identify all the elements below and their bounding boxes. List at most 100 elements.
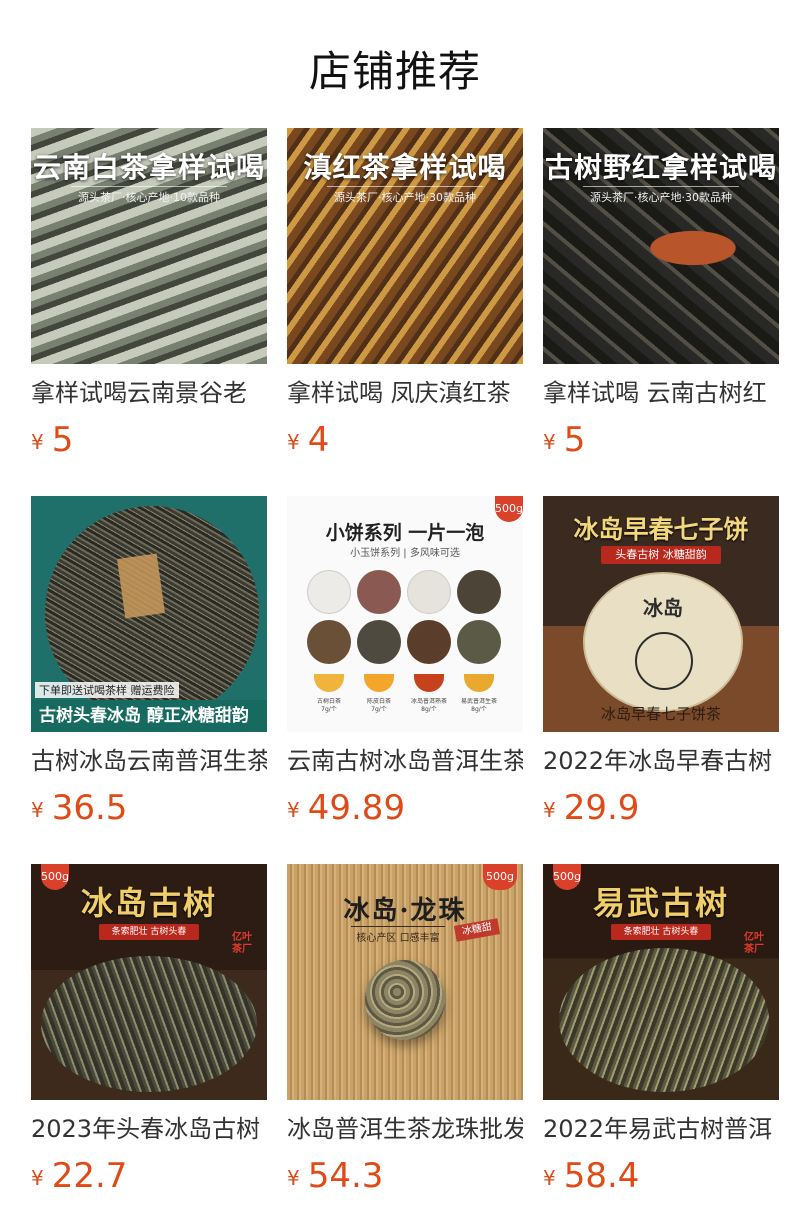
mini-cake bbox=[457, 570, 501, 614]
brand-mark: 亿叶茶厂 bbox=[232, 932, 252, 955]
tea-cake-wrapper: 冰岛 bbox=[583, 572, 743, 712]
image-banner: 古树头春冰岛 醇正冰糖甜韵 bbox=[31, 700, 267, 732]
currency-symbol: ¥ bbox=[287, 430, 300, 454]
image-subtitle: 条索肥壮 古树头春 bbox=[99, 924, 199, 940]
price-value: 58.4 bbox=[563, 1156, 640, 1196]
image-title: 古树野红拿样试喝 bbox=[544, 151, 777, 184]
product-title[interactable]: 云南古树冰岛普洱生茶 bbox=[287, 744, 523, 778]
loose-leaf-image bbox=[41, 956, 257, 1092]
image-title: 滇红茶拿样试喝 bbox=[303, 151, 507, 184]
tea-cup bbox=[314, 674, 344, 692]
product-image[interactable]: 冰岛早春七子饼 头春古树 冰糖甜韵 冰岛 冰岛早春七子饼茶 bbox=[543, 496, 779, 732]
image-title: 易武古树 bbox=[592, 884, 729, 922]
product-price: ¥49.89 bbox=[287, 788, 523, 828]
currency-symbol: ¥ bbox=[31, 798, 44, 822]
product-card[interactable]: 500g 易武古树 条索肥壮 古树头春 亿叶茶厂 2022年易武古树普洱 ¥58… bbox=[543, 864, 779, 1232]
loose-leaf-image bbox=[559, 948, 769, 1092]
cup-caption: 冰岛普洱熟茶 8g/个 bbox=[410, 698, 447, 713]
tea-cup bbox=[414, 674, 444, 692]
cup-captions: 古树白茶 7g/个 陈皮白茶 7g/个 冰岛普洱熟茶 8g/个 易武普洱生茶 8g/个 bbox=[307, 698, 503, 714]
price-value: 36.5 bbox=[51, 788, 128, 828]
cake-bottom-text: 冰岛早春七子饼茶 bbox=[600, 705, 721, 723]
product-price: ¥54.3 bbox=[287, 1156, 523, 1196]
product-price: ¥5 bbox=[31, 420, 267, 460]
product-title[interactable]: 拿样试喝云南景谷老 bbox=[31, 376, 267, 410]
product-image[interactable]: 500g 冰岛古树 条索肥壮 古树头春 亿叶茶厂 bbox=[31, 864, 267, 1100]
store-recommend-page: 店铺推荐 云南白茶拿样试喝 源头茶厂·核心产地·10款品种 拿样试喝云南景谷老 … bbox=[0, 0, 790, 1232]
price-value: 5 bbox=[51, 420, 74, 460]
tea-cup-row bbox=[307, 674, 503, 692]
dragon-ball-image bbox=[365, 960, 445, 1040]
cup-caption: 古树白茶 7g/个 bbox=[316, 698, 341, 713]
mini-cake bbox=[357, 620, 401, 664]
product-title[interactable]: 2022年易武古树普洱 bbox=[543, 1112, 779, 1146]
product-title[interactable]: 2023年头春冰岛古树 bbox=[31, 1112, 267, 1146]
image-title: 云南白茶拿样试喝 bbox=[32, 151, 265, 184]
currency-symbol: ¥ bbox=[543, 1166, 556, 1190]
image-subtitle: 源头茶厂·核心产地·30款品种 bbox=[327, 186, 483, 205]
currency-symbol: ¥ bbox=[543, 798, 556, 822]
mini-cake-grid bbox=[307, 570, 503, 664]
mini-cake bbox=[357, 570, 401, 614]
product-price: ¥29.9 bbox=[543, 788, 779, 828]
product-price: ¥22.7 bbox=[31, 1156, 267, 1196]
cake-emblem bbox=[635, 632, 693, 690]
image-title: 冰岛早春七子饼 bbox=[573, 515, 749, 544]
product-title[interactable]: 古树冰岛云南普洱生茶 bbox=[31, 744, 267, 778]
cup-caption: 陈皮白茶 7g/个 bbox=[366, 698, 391, 713]
price-value: 22.7 bbox=[51, 1156, 128, 1196]
image-subtitle: 小玉饼系列 | 多风味可选 bbox=[350, 548, 460, 559]
currency-symbol: ¥ bbox=[543, 430, 556, 454]
mini-cake bbox=[307, 570, 351, 614]
product-title[interactable]: 2022年冰岛早春古树 bbox=[543, 744, 779, 778]
mini-cake bbox=[307, 620, 351, 664]
image-subtitle: 源头茶厂·核心产地·10款品种 bbox=[71, 186, 227, 205]
price-value: 5 bbox=[563, 420, 586, 460]
product-card[interactable]: 滇红茶拿样试喝 源头茶厂·核心产地·30款品种 拿样试喝 凤庆滇红茶 ¥4 bbox=[287, 128, 523, 496]
product-card[interactable]: 500g 冰岛·龙珠 核心产区 口感丰富 冰糖甜 冰岛普洱生茶龙珠批发 ¥54.… bbox=[287, 864, 523, 1232]
currency-symbol: ¥ bbox=[31, 1166, 44, 1190]
product-title[interactable]: 拿样试喝 凤庆滇红茶 bbox=[287, 376, 523, 410]
currency-symbol: ¥ bbox=[287, 798, 300, 822]
image-subtitle: 条索肥壮 古树头春 bbox=[611, 924, 711, 940]
product-card[interactable]: 500g 小饼系列 一片一泡 小玉饼系列 | 多风味可选 古树白茶 7g/个 陈… bbox=[287, 496, 523, 864]
price-value: 54.3 bbox=[307, 1156, 384, 1196]
product-price: ¥58.4 bbox=[543, 1156, 779, 1196]
mini-cake bbox=[457, 620, 501, 664]
product-card[interactable]: 云南白茶拿样试喝 源头茶厂·核心产地·10款品种 拿样试喝云南景谷老 ¥5 bbox=[31, 128, 267, 496]
image-subtitle: 源头茶厂·核心产地·30款品种 bbox=[583, 186, 739, 205]
product-image[interactable]: 500g 易武古树 条索肥壮 古树头春 亿叶茶厂 bbox=[543, 864, 779, 1100]
product-image[interactable]: 云南白茶拿样试喝 源头茶厂·核心产地·10款品种 bbox=[31, 128, 267, 364]
product-card[interactable]: 下单即送试喝茶样 赠运费险 古树头春冰岛 醇正冰糖甜韵 古树冰岛云南普洱生茶 ¥… bbox=[31, 496, 267, 864]
image-subtitle: 头春古树 冰糖甜韵 bbox=[601, 546, 721, 564]
tea-cup bbox=[464, 674, 494, 692]
product-price: ¥5 bbox=[543, 420, 779, 460]
product-card[interactable]: 冰岛早春七子饼 头春古树 冰糖甜韵 冰岛 冰岛早春七子饼茶 2022年冰岛早春古… bbox=[543, 496, 779, 864]
brand-mark: 亿叶茶厂 bbox=[744, 932, 764, 955]
product-title[interactable]: 拿样试喝 云南古树红 bbox=[543, 376, 779, 410]
product-image[interactable]: 下单即送试喝茶样 赠运费险 古树头春冰岛 醇正冰糖甜韵 bbox=[31, 496, 267, 732]
image-title: 冰岛古树 bbox=[80, 884, 217, 922]
cup-caption: 易武普洱生茶 8g/个 bbox=[460, 698, 497, 713]
promo-note: 下单即送试喝茶样 赠运费险 bbox=[35, 682, 179, 698]
weight-tag: 500g bbox=[483, 864, 517, 890]
page-title: 店铺推荐 bbox=[308, 47, 481, 96]
price-value: 29.9 bbox=[563, 788, 640, 828]
price-value: 49.89 bbox=[307, 788, 406, 828]
product-price: ¥4 bbox=[287, 420, 523, 460]
product-card[interactable]: 500g 冰岛古树 条索肥壮 古树头春 亿叶茶厂 2023年头春冰岛古树 ¥22… bbox=[31, 864, 267, 1232]
product-grid: 云南白茶拿样试喝 源头茶厂·核心产地·10款品种 拿样试喝云南景谷老 ¥5 滇红… bbox=[31, 128, 779, 1232]
product-image[interactable]: 500g 小饼系列 一片一泡 小玉饼系列 | 多风味可选 古树白茶 7g/个 陈… bbox=[287, 496, 523, 732]
product-image[interactable]: 滇红茶拿样试喝 源头茶厂·核心产地·30款品种 bbox=[287, 128, 523, 364]
product-price: ¥36.5 bbox=[31, 788, 267, 828]
mini-cake bbox=[407, 620, 451, 664]
cake-label bbox=[117, 553, 165, 619]
product-image[interactable]: 古树野红拿样试喝 源头茶厂·核心产地·30款品种 bbox=[543, 128, 779, 364]
product-title[interactable]: 冰岛普洱生茶龙珠批发 bbox=[287, 1112, 523, 1146]
mini-cake bbox=[407, 570, 451, 614]
product-card[interactable]: 古树野红拿样试喝 源头茶厂·核心产地·30款品种 拿样试喝 云南古树红 ¥5 bbox=[543, 128, 779, 496]
tea-cup bbox=[364, 674, 394, 692]
price-value: 4 bbox=[307, 420, 330, 460]
product-image[interactable]: 500g 冰岛·龙珠 核心产区 口感丰富 冰糖甜 bbox=[287, 864, 523, 1100]
image-subtitle: 核心产区 口感丰富 bbox=[351, 926, 445, 944]
